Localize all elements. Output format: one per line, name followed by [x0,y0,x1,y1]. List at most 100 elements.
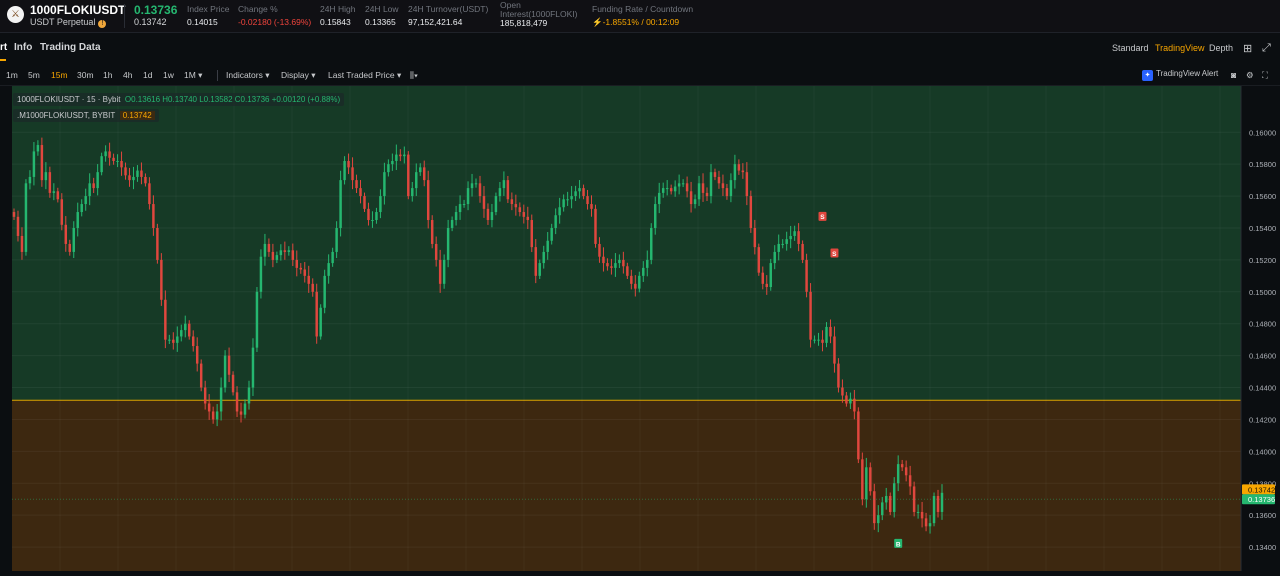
candle-body [861,459,864,500]
timeframe-5m[interactable]: 5m [28,70,40,80]
candle-body [896,464,900,484]
y-tick-label: 0.13600 [1249,511,1276,520]
fullscreen-icon[interactable]: ⛶ [1262,70,1268,81]
candle-body [598,243,601,257]
candle-body [28,176,32,184]
candle-body [307,275,310,284]
candle-body [299,267,302,270]
candle-body [458,204,462,213]
price-source-menu[interactable]: Last Traded Price ▾ [328,70,401,81]
candle-body [434,243,438,260]
candle-body [661,188,665,193]
candle-body [176,336,179,343]
y-tick-label: 0.14000 [1249,447,1276,456]
top-bar: ⚔ 1000FLOKIUSDT USDT Perpetual! 0.13736 … [0,0,1280,33]
candle-body [84,196,87,205]
timeframe-1d[interactable]: 1d [143,70,152,80]
candle-body [873,491,876,524]
candle-body [203,387,207,404]
timeframe-30m[interactable]: 30m [77,70,94,80]
tab-trading-data[interactable]: Trading Data [40,42,101,53]
symbol-name[interactable]: 1000FLOKIUSDT [30,3,125,17]
candle-body [650,227,653,260]
candle-body [498,188,502,197]
candle-body [419,167,422,173]
candle-body [76,212,79,228]
candle-body [168,339,171,341]
candle-body [359,188,362,197]
toolbar-separator [217,70,218,81]
tradingview-alert-button[interactable]: ✦ TradingView Alert [1142,69,1218,82]
candle-body [287,250,291,252]
candle-body [450,220,454,228]
candle-body [665,188,669,190]
timeframe-1h[interactable]: 1h [103,70,112,80]
candle-body [156,227,159,260]
candle-body [669,188,673,192]
candle-body [530,220,534,248]
tab-standard[interactable]: Standard [1112,43,1149,53]
timeframe-1m[interactable]: 1m [6,70,18,80]
candle-body [920,511,924,519]
candle-body [745,172,749,197]
candle-body [40,145,44,181]
candle-body [701,183,705,193]
indicators-menu[interactable]: Indicators ▾ [226,70,269,81]
stat-value: 185,818,479 [500,18,548,28]
candle-body [482,196,486,209]
tab-depth[interactable]: Depth [1209,43,1233,53]
candle-body [478,183,482,197]
timeframe-1w[interactable]: 1w [163,70,174,80]
candle-body [590,204,593,209]
y-tick-label: 0.15000 [1249,288,1276,297]
candle-body [546,240,549,252]
y-tick-label: 0.15400 [1249,224,1276,233]
layout-grid-icon[interactable]: ⊞ [1243,42,1252,55]
candle-body [52,191,56,193]
tab-info[interactable]: Info [14,42,32,53]
candle-body [538,263,541,276]
candle-body [319,307,322,337]
legend-ohlc: O0.13616 H0.13740 L0.13582 C0.13736 +0.0… [124,95,341,104]
info-icon[interactable]: ! [98,20,107,28]
tab-tradingview[interactable]: TradingView [1155,43,1205,53]
candle-body [697,183,701,200]
candle-body [184,323,187,331]
candle-body [490,212,494,221]
candle-body [526,216,530,221]
candle-body [148,183,151,205]
camera-icon[interactable]: ◙ [1231,70,1236,80]
candle-body [144,176,147,184]
stat-value: ⚡-1.8551% / 00:12:09 [592,17,693,28]
candle-body [685,183,689,192]
candle-body [263,243,267,257]
expand-icon[interactable]: ⤢ [1262,42,1271,55]
candle-body [207,403,211,412]
candle-style-icon[interactable]: ⫼▾ [410,70,418,81]
candle-body [753,227,757,248]
candle-body [391,160,394,165]
timeframe-15m[interactable]: 15m [51,70,68,80]
stat-value: -0.02180 (-13.69%) [238,17,312,27]
candle-body [399,154,402,157]
candle-body [892,483,896,512]
y-tick-label: 0.14200 [1249,415,1276,424]
candle-body [837,363,840,388]
stat-value: 0.14015 [187,17,218,27]
candle-body [355,180,358,189]
candle-body [303,269,306,276]
tab-chart[interactable]: rt [0,42,7,53]
candle-body [749,196,753,228]
candlestick-chart[interactable]: 0.16000 0.15800 0.15600 0.15400 0.15200 0.150… [0,86,1280,571]
active-tab-underline [0,59,6,61]
candle-body [777,243,780,252]
timeframe-4h[interactable]: 4h [123,70,132,80]
price-chart[interactable]: 0.16000 0.15800 0.15600 0.15400 0.15200 0.150… [0,86,1280,571]
candle-body [689,191,693,205]
display-menu[interactable]: Display ▾ [281,70,316,81]
settings-icon[interactable]: ⚙ [1246,70,1254,81]
candle-body [231,374,235,393]
timeframe-1M[interactable]: 1M ▾ [184,70,202,81]
candle-body [367,208,370,221]
header-divider [124,4,125,28]
